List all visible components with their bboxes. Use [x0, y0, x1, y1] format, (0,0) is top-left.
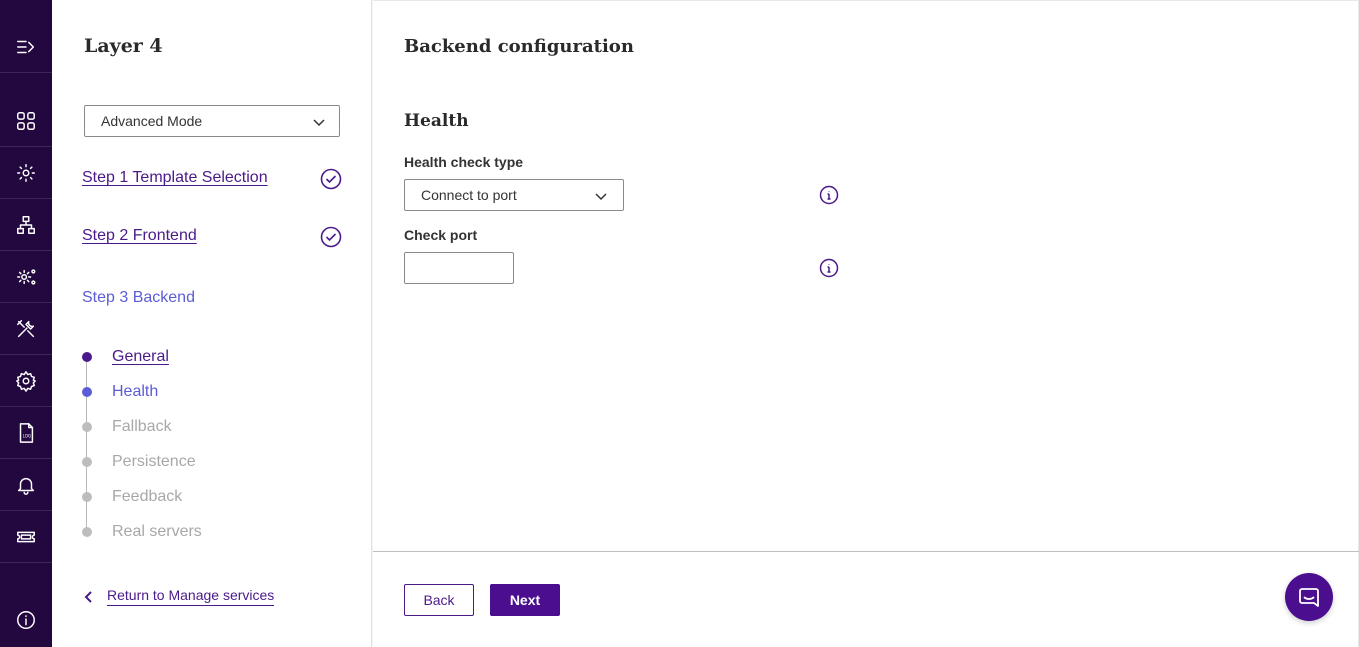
- services-gear-icon[interactable]: [0, 147, 52, 199]
- step-3-backend-label: Step 3 Backend: [82, 289, 195, 306]
- page-title: Backend configuration: [404, 36, 634, 57]
- chat-support-button[interactable]: [1285, 573, 1333, 621]
- substep-fallback-dot: [82, 422, 92, 432]
- return-link-label: Return to Manage services: [107, 587, 275, 606]
- section-title-health: Health: [404, 111, 469, 131]
- tools-icon[interactable]: [0, 303, 52, 355]
- backend-configuration-main: Backend configuration Health Health chec…: [373, 0, 1359, 647]
- substep-real-servers-label: Real servers: [112, 523, 202, 540]
- chevron-down-icon: [311, 114, 327, 130]
- chevron-down-icon: [593, 188, 609, 204]
- step-2-frontend-link[interactable]: Step 2 Frontend: [82, 227, 197, 245]
- substep-real-servers-dot: [82, 527, 92, 537]
- substep-general-dot: [82, 352, 92, 362]
- substep-health-label: Health: [112, 383, 159, 400]
- substep-fallback-label: Fallback: [112, 418, 172, 435]
- expand-menu-icon[interactable]: [0, 21, 52, 73]
- substeps-connector-line: [86, 357, 87, 532]
- substep-health-dot: [82, 387, 92, 397]
- substep-general-label: General: [112, 348, 169, 365]
- health-check-type-label: Health check type: [404, 154, 524, 170]
- log-file-icon[interactable]: LOG: [0, 407, 52, 459]
- settings-icon[interactable]: [0, 355, 52, 407]
- cluster-settings-icon[interactable]: [0, 251, 52, 303]
- ticket-icon[interactable]: [0, 511, 52, 563]
- health-check-type-select[interactable]: Connect to port: [404, 179, 624, 211]
- app-window: LOG Layer 4 Advanced Mode Step 1 Templat…: [0, 0, 1359, 647]
- back-button[interactable]: Back: [404, 584, 474, 616]
- info-icon[interactable]: [0, 594, 52, 646]
- notification-bell-icon[interactable]: [0, 459, 52, 511]
- mode-select-value: Advanced Mode: [101, 113, 203, 129]
- check-port-input[interactable]: [404, 252, 514, 284]
- substep-persistence-dot: [82, 457, 92, 467]
- step-1-complete-check-icon: [320, 168, 342, 190]
- wizard-steps-panel: Layer 4 Advanced Mode Step 1 Template Se…: [52, 0, 372, 647]
- check-port-info-icon[interactable]: [819, 258, 839, 278]
- health-check-type-value: Connect to port: [421, 187, 517, 203]
- left-nav-rail: LOG: [0, 0, 52, 647]
- substep-feedback-dot: [82, 492, 92, 502]
- substep-feedback-label: Feedback: [112, 488, 183, 505]
- mode-select[interactable]: Advanced Mode: [84, 105, 340, 137]
- health-check-info-icon[interactable]: [819, 185, 839, 205]
- chat-icon: [1299, 588, 1319, 607]
- wizard-title: Layer 4: [84, 35, 163, 57]
- chevron-left-icon: [84, 590, 92, 603]
- footer-divider: [373, 551, 1359, 552]
- dashboard-icon[interactable]: [0, 95, 52, 147]
- step-2-complete-check-icon: [320, 226, 342, 248]
- network-icon[interactable]: [0, 199, 52, 251]
- next-button[interactable]: Next: [490, 584, 560, 616]
- step-1-template-selection-link[interactable]: Step 1 Template Selection: [82, 169, 268, 187]
- check-port-label: Check port: [404, 227, 478, 243]
- svg-text:LOG: LOG: [23, 433, 32, 438]
- substep-persistence-label: Persistence: [112, 453, 196, 470]
- return-to-manage-services-link[interactable]: Return to Manage services: [82, 587, 275, 606]
